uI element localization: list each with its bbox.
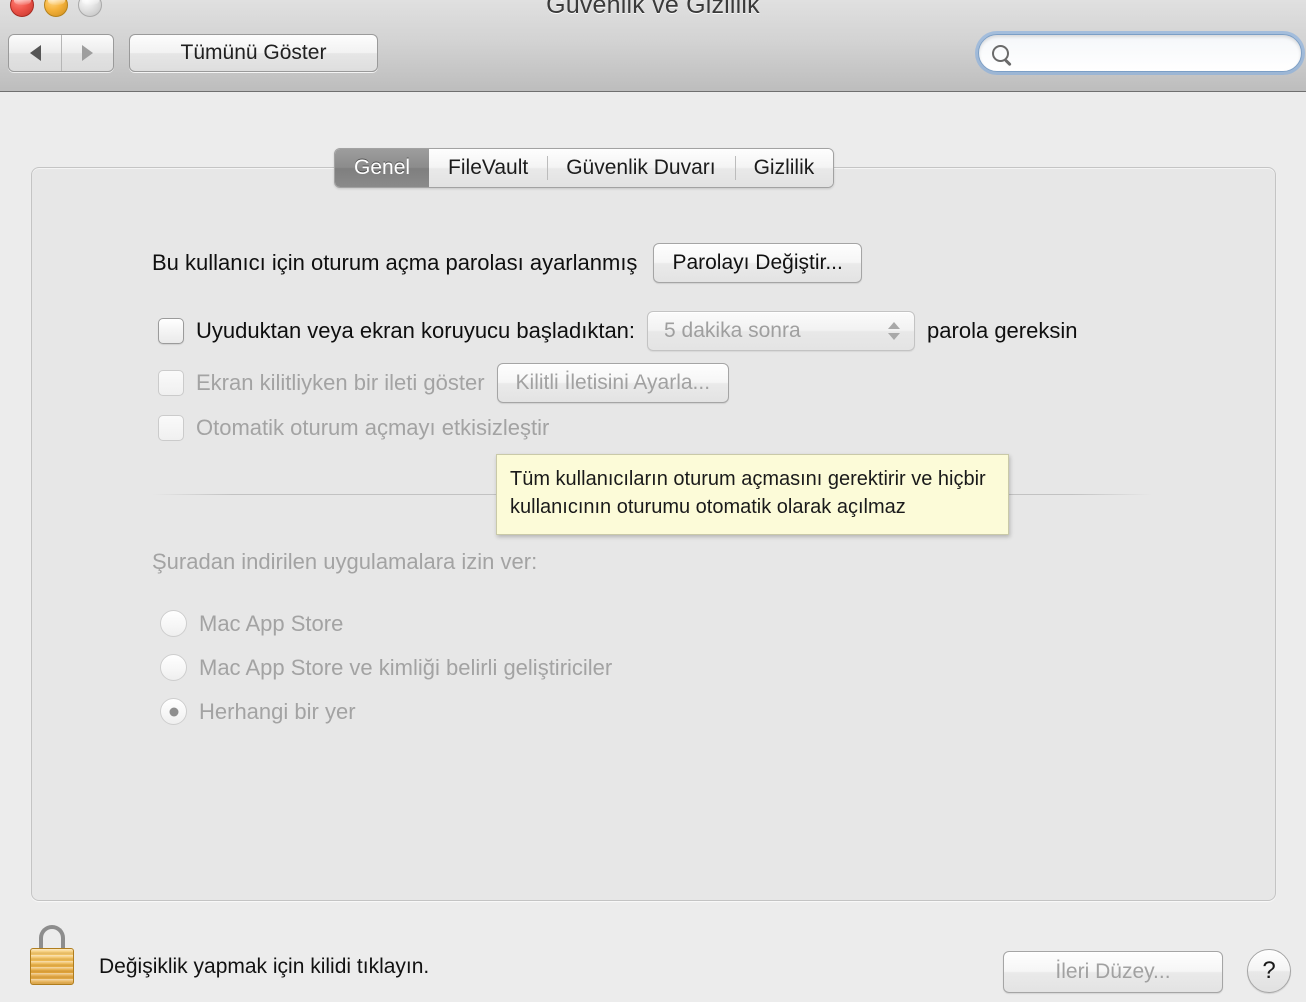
advanced-button[interactable]: İleri Düzey... <box>1003 951 1223 993</box>
set-lock-message-button[interactable]: Kilitli İletisini Ayarla... <box>496 363 730 403</box>
help-button[interactable]: ? <box>1247 949 1291 993</box>
forward-arrow-icon <box>82 45 93 61</box>
require-password-row: Uyuduktan veya ekran koruyucu başladıkta… <box>158 311 1077 351</box>
chevron-updown-icon <box>888 322 901 340</box>
disable-auto-login-label: Otomatik oturum açmayı etkisizleştir <box>196 415 550 440</box>
radio-mac-app-store[interactable] <box>160 610 187 637</box>
radio-anywhere[interactable] <box>160 698 187 725</box>
password-status-row: Bu kullanıcı için oturum açma parolası a… <box>152 243 862 283</box>
tooltip: Tüm kullanıcıların oturum açmasını gerek… <box>496 454 1009 535</box>
password-delay-value: 5 dakika sonra <box>664 319 801 342</box>
download-option-label: Mac App Store ve kimliği belirli gelişti… <box>199 654 613 680</box>
password-status-label: Bu kullanıcı için oturum açma parolası a… <box>152 250 638 275</box>
back-arrow-icon <box>29 45 41 61</box>
preference-tabs: Genel FileVault Güvenlik Duvarı Gizlilik <box>334 148 835 188</box>
search-field[interactable] <box>978 34 1302 72</box>
system-preferences-window: Güvenlik ve Gizlilik Tümünü Göster Genel… <box>0 0 1306 1002</box>
require-password-checkbox[interactable] <box>158 318 184 344</box>
tab-filevault[interactable]: FileVault <box>429 149 548 187</box>
show-lock-message-label: Ekran kilitliyken bir ileti göster <box>196 370 485 395</box>
download-option-label: Mac App Store <box>199 610 344 636</box>
disable-auto-login-row: Otomatik oturum açmayı etkisizleştir <box>158 415 549 441</box>
download-section-title: Şuradan indirilen uygulamalara izin ver: <box>152 549 538 574</box>
change-password-button[interactable]: Parolayı Değiştir... <box>653 243 862 283</box>
back-button[interactable] <box>9 35 61 71</box>
require-password-label: Uyuduktan veya ekran koruyucu başladıkta… <box>196 318 636 343</box>
disable-auto-login-checkbox[interactable] <box>158 415 184 441</box>
show-all-button[interactable]: Tümünü Göster <box>129 34 378 72</box>
download-option-anywhere[interactable]: Herhangi bir yer <box>160 698 356 725</box>
forward-button <box>61 35 113 71</box>
password-delay-popup[interactable]: 5 dakika sonra <box>647 311 916 351</box>
download-option-identified-developers[interactable]: Mac App Store ve kimliği belirli gelişti… <box>160 654 612 681</box>
search-input[interactable] <box>1018 42 1288 64</box>
lock-hint-text: Değişiklik yapmak için kilidi tıklayın. <box>99 955 430 978</box>
download-option-label: Herhangi bir yer <box>199 698 356 724</box>
radio-identified-developers[interactable] <box>160 654 187 681</box>
navigation-buttons <box>8 34 114 72</box>
tab-guvenlik-duvari[interactable]: Güvenlik Duvarı <box>547 149 735 187</box>
window-title: Güvenlik ve Gizlilik <box>546 0 760 19</box>
window-titlebar: Güvenlik ve Gizlilik Tümünü Göster <box>0 0 1306 92</box>
closed-padlock-icon[interactable] <box>28 925 76 985</box>
search-icon <box>992 44 1009 62</box>
require-password-suffix-label: parola gereksin <box>927 318 1078 343</box>
tab-gizlilik[interactable]: Gizlilik <box>734 149 834 187</box>
show-lock-message-checkbox[interactable] <box>158 370 184 396</box>
tab-genel[interactable]: Genel <box>335 149 430 187</box>
download-option-mac-app-store[interactable]: Mac App Store <box>160 610 343 637</box>
show-lock-message-row: Ekran kilitliyken bir ileti göster Kilit… <box>158 363 730 403</box>
